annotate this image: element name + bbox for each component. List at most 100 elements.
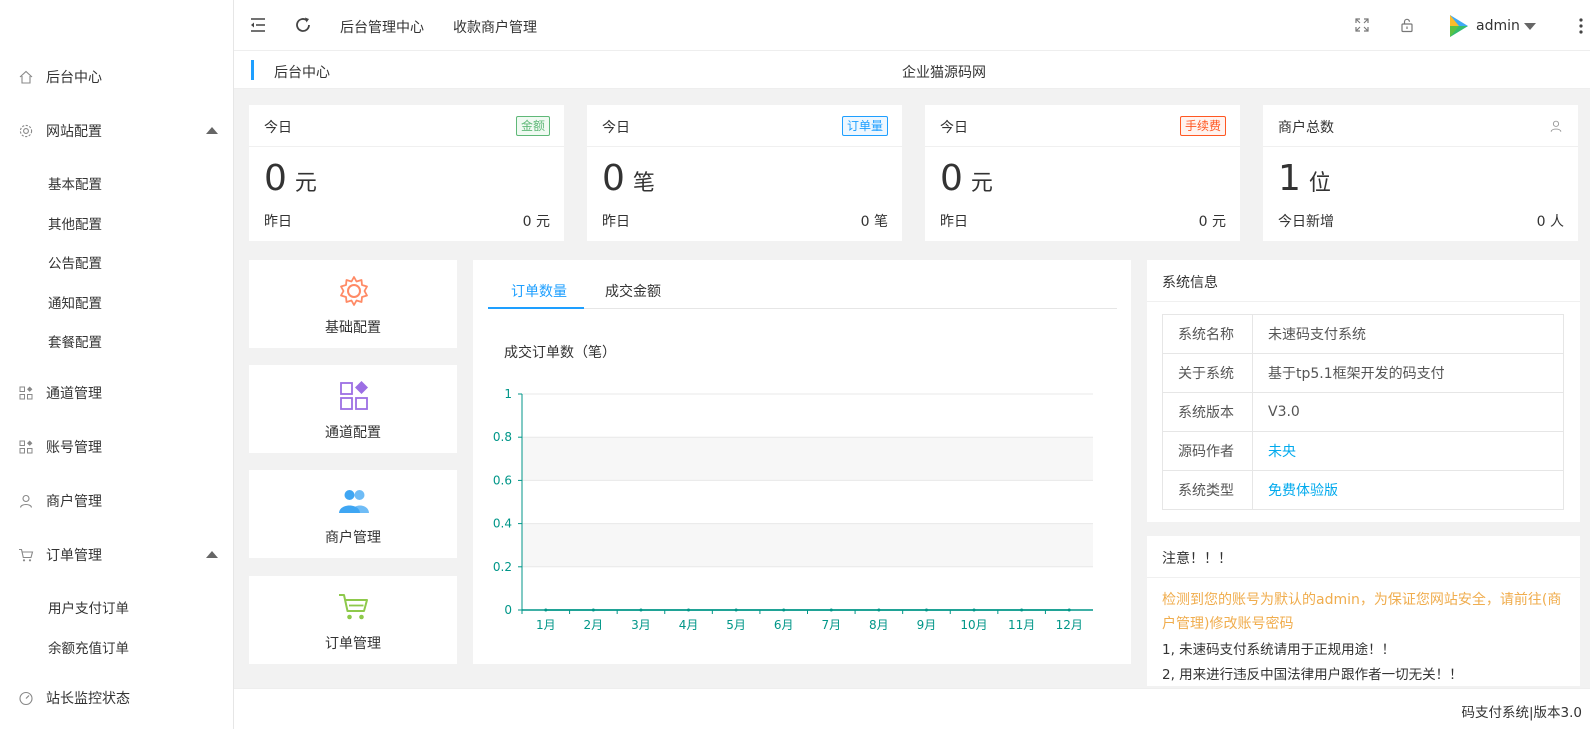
- x-tick-label: 8月: [869, 618, 889, 632]
- sidebar-item-dashboard[interactable]: 后台中心: [0, 59, 234, 95]
- data-point: [972, 608, 976, 612]
- table-key: 系统类型: [1162, 470, 1253, 510]
- shortcut-order-management[interactable]: 订单管理: [249, 576, 457, 664]
- dashboard-icon: [19, 691, 33, 706]
- sidebar: 后台中心 网站配置 基本配置 其他配置 公告配置 通知配置 套餐配置 通道管理 …: [0, 0, 234, 729]
- sidebar-subitem-user-pay-orders[interactable]: 用户支付订单: [0, 590, 234, 624]
- data-point: [639, 608, 643, 612]
- table-value: 基于tp5.1框架开发的码支付: [1252, 353, 1564, 393]
- grid-band: [522, 437, 1093, 481]
- data-point: [1067, 608, 1071, 612]
- sidebar-item-order[interactable]: 订单管理: [0, 537, 234, 573]
- sidebar-item-channel[interactable]: 通道管理: [0, 375, 234, 411]
- shortcut-label: 基础配置: [325, 320, 381, 336]
- stat-card-fees: 今日 手续费 0元 昨日 0 元: [925, 105, 1240, 241]
- x-tick-label: 10月: [960, 618, 987, 632]
- sidebar-item-label: 商户管理: [46, 494, 102, 510]
- x-tick-label: 1月: [536, 618, 556, 632]
- sidebar-subitem-basic-config[interactable]: 基本配置: [0, 166, 234, 200]
- y-tick-label: 0.6: [493, 473, 512, 487]
- sidebar-item-monitor[interactable]: 站长监控状态: [0, 680, 234, 716]
- data-point: [687, 608, 691, 612]
- tab-admin-center[interactable]: 后台管理中心: [340, 17, 424, 37]
- stat-sub-value: 0 元: [1198, 214, 1226, 230]
- shortcut-basic-config[interactable]: 基础配置: [249, 260, 457, 348]
- sidebar-subitem-label: 公告配置: [48, 256, 102, 272]
- table-key: 关于系统: [1162, 353, 1253, 393]
- cart-icon: [339, 594, 368, 620]
- chevron-up-icon: [206, 127, 218, 134]
- user-menu[interactable]: admin: [1446, 12, 1536, 40]
- system-info-title: 系统信息: [1162, 275, 1218, 291]
- more-vertical-icon[interactable]: [1578, 17, 1584, 35]
- system-info-table: 系统名称 未速码支付系统 关于系统 基于tp5.1框架开发的码支付 系统版本 V3.0…: [1162, 314, 1564, 510]
- divider: [1147, 577, 1580, 578]
- table-row: 系统名称 未速码支付系统: [1162, 314, 1564, 354]
- y-tick-label: 0: [504, 603, 512, 617]
- menu-collapse-icon[interactable]: [249, 16, 267, 34]
- table-key: 源码作者: [1162, 431, 1253, 471]
- chevron-down-icon: [1523, 22, 1536, 30]
- site-name: 企业猫源码网: [902, 65, 986, 81]
- sidebar-subitem-other-config[interactable]: 其他配置: [0, 206, 234, 240]
- tab-active-indicator: [488, 307, 584, 309]
- breadcrumb-accent: [251, 60, 254, 80]
- shortcut-label: 通道配置: [325, 425, 381, 441]
- author-link[interactable]: 未央: [1252, 431, 1564, 471]
- footer-version: 码支付系统|版本3.0: [1461, 705, 1582, 721]
- sidebar-subitem-notice-config[interactable]: 公告配置: [0, 245, 234, 279]
- status-badge: 金额: [515, 116, 550, 136]
- shapes-icon: [340, 381, 368, 410]
- user-icon: [19, 494, 33, 508]
- chart-card: 订单数量 成交金额 成交订单数（笔） 0 0.2 0.4 0.6 0.8 1 1月 2月 3月…: [473, 260, 1131, 664]
- fullscreen-icon[interactable]: [1354, 17, 1370, 33]
- lock-icon[interactable]: [1399, 17, 1415, 33]
- avatar: [1450, 15, 1468, 37]
- stat-sub-value: 0 元: [522, 214, 550, 230]
- sidebar-item-site-config[interactable]: 网站配置: [0, 113, 234, 149]
- sidebar-item-label: 账号管理: [46, 440, 102, 456]
- shortcut-label: 商户管理: [325, 530, 381, 546]
- stat-card-orders: 今日 订单量 0笔 昨日 0 笔: [587, 105, 902, 241]
- tab-deal-amount[interactable]: 成交金额: [605, 281, 661, 301]
- breadcrumb: 后台中心 企业猫源码网: [234, 51, 1590, 89]
- sidebar-subitem-package-config[interactable]: 套餐配置: [0, 324, 234, 358]
- data-point: [734, 608, 738, 612]
- status-badge: 订单量: [841, 116, 888, 136]
- x-tick-label: 12月: [1056, 618, 1083, 632]
- stat-sub-label: 今日新增: [1278, 214, 1334, 230]
- y-tick-label: 0.4: [493, 517, 512, 531]
- sidebar-subitem-notify-config[interactable]: 通知配置: [0, 285, 234, 319]
- data-point: [829, 608, 833, 612]
- table-key: 系统名称: [1162, 314, 1253, 354]
- x-tick-label: 3月: [631, 618, 651, 632]
- divider: [249, 146, 564, 147]
- sidebar-subitem-recharge-orders[interactable]: 余额充值订单: [0, 630, 234, 664]
- data-point: [782, 608, 786, 612]
- system-type-link[interactable]: 免费体验版: [1252, 470, 1564, 510]
- sidebar-subitem-label: 用户支付订单: [48, 601, 129, 617]
- data-point: [924, 608, 928, 612]
- sidebar-logo-area: [0, 0, 233, 52]
- table-row: 源码作者 未央: [1162, 431, 1564, 471]
- sidebar-item-merchant[interactable]: 商户管理: [0, 483, 234, 519]
- sidebar-item-account[interactable]: 账号管理: [0, 429, 234, 465]
- stat-head: 今日: [264, 120, 292, 136]
- refresh-icon[interactable]: [294, 16, 312, 34]
- sidebar-subitem-label: 套餐配置: [48, 335, 102, 351]
- top-header: 后台管理中心 收款商户管理 admin: [234, 0, 1590, 51]
- chart-grid: [521, 393, 1093, 611]
- chart-title: 成交订单数（笔）: [504, 345, 616, 361]
- table-row: 关于系统 基于tp5.1框架开发的码支付: [1162, 353, 1564, 393]
- line-chart: 00.20.40.60.81 1月 2月 3月 4月 5月 6月 7月 8月 9月 10月 11月 1…: [493, 387, 1093, 632]
- stat-value: 0元: [940, 158, 993, 199]
- shortcut-merchant-management[interactable]: 商户管理: [249, 470, 457, 558]
- stat-sub-value: 0 人: [1536, 214, 1564, 230]
- gear-icon: [19, 124, 33, 138]
- notice-title: 注意！！！: [1162, 551, 1232, 567]
- shortcut-channel-config[interactable]: 通道配置: [249, 365, 457, 453]
- stat-sub-label: 昨日: [264, 214, 292, 230]
- tab-order-count[interactable]: 订单数量: [511, 281, 567, 301]
- chart-x-ticks: 1月 2月 3月 4月 5月 6月 7月 8月 9月 10月 11月 12月: [521, 610, 1083, 632]
- tab-merchant-management[interactable]: 收款商户管理: [453, 17, 537, 37]
